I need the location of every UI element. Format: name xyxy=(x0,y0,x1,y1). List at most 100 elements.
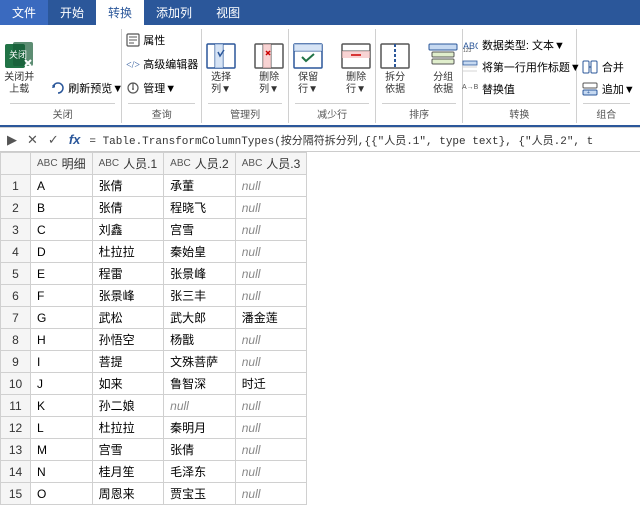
btn-datatype[interactable]: ABC 123 数据类型: 文本▼ xyxy=(461,35,582,55)
cell-9-3: null xyxy=(235,351,307,373)
group-manage-cols-content: 选择列▼ 删除列▼ xyxy=(199,29,291,101)
cell-8-1: 孙悟空 xyxy=(92,329,164,351)
datatype-icon: ABC 123 xyxy=(462,37,478,53)
properties-icon xyxy=(125,32,141,48)
row-number: 6 xyxy=(1,285,31,307)
row-number: 5 xyxy=(1,263,31,285)
group-manage-cols: 选择列▼ 删除列▼ 管理 xyxy=(202,29,289,123)
col-type-0: ABC xyxy=(37,158,58,169)
data-table: ABC 明细 ABC 人员.1 ABC 人员.2 xyxy=(0,152,307,505)
btn-replace-value[interactable]: A→B 替换值 xyxy=(461,79,582,99)
cell-13-2: 张倩 xyxy=(164,439,236,461)
formula-bar-icons: ▶ ✕ ✓ fx xyxy=(4,131,83,149)
btn-merge[interactable]: 合并 xyxy=(581,57,636,77)
cell-2-1: 张倩 xyxy=(92,197,164,219)
btn-select-cols-label: 选择列▼ xyxy=(211,72,231,96)
cell-3-0: C xyxy=(31,219,93,241)
btn-properties[interactable]: 属性 xyxy=(120,29,203,51)
cell-14-3: null xyxy=(235,461,307,483)
cell-13-0: M xyxy=(31,439,93,461)
cell-10-0: J xyxy=(31,373,93,395)
cell-6-3: null xyxy=(235,285,307,307)
group-combine-content: 合并 + 追加▼ xyxy=(577,29,636,101)
col-name-0: 明细 xyxy=(62,155,86,172)
col-name-1: 人员.1 xyxy=(123,155,157,172)
combine-side-panel: 合并 + 追加▼ xyxy=(577,57,636,99)
btn-close-upload-label: 关闭并上载 xyxy=(4,72,34,96)
col-header-3[interactable]: ABC 人员.3 xyxy=(235,153,307,175)
cell-2-2: 程晓飞 xyxy=(164,197,236,219)
col-header-1[interactable]: ABC 人员.1 xyxy=(92,153,164,175)
btn-replace-label: 替换值 xyxy=(482,81,515,97)
group-transform: ABC 123 数据类型: 文本▼ xyxy=(463,29,576,123)
cell-7-3: 潘金莲 xyxy=(235,307,307,329)
btn-split-label: 拆分依据 xyxy=(385,72,405,96)
cell-6-0: F xyxy=(31,285,93,307)
btn-manage[interactable]: 管理▼ xyxy=(120,77,203,99)
group-close-label: 关闭 xyxy=(10,103,115,123)
btn-keep-rows[interactable]: 保留行▼ xyxy=(286,37,330,99)
tab-transform[interactable]: 转换 xyxy=(96,0,144,25)
table-row: 13M宫雪张倩null xyxy=(1,439,307,461)
group-reduce-rows-content: 保留行▼ 删除行▼ xyxy=(286,29,378,101)
tab-home[interactable]: 开始 xyxy=(48,0,96,25)
cell-8-0: H xyxy=(31,329,93,351)
btn-delete-cols-label: 删除列▼ xyxy=(259,72,279,96)
group-manage-cols-label: 管理列 xyxy=(208,103,282,123)
cell-9-0: I xyxy=(31,351,93,373)
svg-text:A→B: A→B xyxy=(462,84,478,91)
row-number: 8 xyxy=(1,329,31,351)
cell-9-1: 菩提 xyxy=(92,351,164,373)
group-close: 关闭 关闭并上载 刷新预览▼ xyxy=(4,29,122,123)
group-sort-content: 拆分依据 分组依据 xyxy=(373,29,465,101)
group-transform-label: 转换 xyxy=(469,103,569,123)
btn-close-upload[interactable]: 关闭 关闭并上载 xyxy=(0,37,41,99)
ribbon-body: 关闭 关闭并上载 刷新预览▼ xyxy=(0,25,640,127)
btn-merge-label: 合并 xyxy=(602,59,624,75)
col-type-3: ABC xyxy=(242,158,263,169)
table-row: 14N桂月笙毛泽东null xyxy=(1,461,307,483)
btn-append[interactable]: + 追加▼ xyxy=(581,79,636,99)
col-type-1: ABC xyxy=(99,158,120,169)
tab-file[interactable]: 文件 xyxy=(0,0,48,25)
tab-addcol[interactable]: 添加列 xyxy=(144,0,204,25)
btn-first-row-header[interactable]: 将第一行用作标题▼ xyxy=(461,57,582,77)
cell-4-3: null xyxy=(235,241,307,263)
btn-advanced-editor[interactable]: </> 高级编辑器 xyxy=(120,53,203,75)
cell-15-2: 贾宝玉 xyxy=(164,483,236,505)
col-header-2[interactable]: ABC 人员.2 xyxy=(164,153,236,175)
table-container[interactable]: ABC 明细 ABC 人员.1 ABC 人员.2 xyxy=(0,152,640,532)
cell-3-3: null xyxy=(235,219,307,241)
ribbon: 文件 开始 转换 添加列 视图 关闭 关闭并上载 xyxy=(0,0,640,128)
group-reduce-rows-label: 减少行 xyxy=(295,103,369,123)
cell-4-1: 杜拉拉 xyxy=(92,241,164,263)
tab-view[interactable]: 视图 xyxy=(204,0,252,25)
formula-accept-icon[interactable]: ✓ xyxy=(45,131,62,149)
cell-2-0: B xyxy=(31,197,93,219)
btn-delete-rows[interactable]: 删除行▼ xyxy=(334,37,378,99)
delete-rows-icon xyxy=(340,40,372,72)
btn-select-cols[interactable]: 选择列▼ xyxy=(199,37,243,99)
row-number: 2 xyxy=(1,197,31,219)
nav-back-icon[interactable]: ▶ xyxy=(4,131,20,149)
row-number: 12 xyxy=(1,417,31,439)
formula-fx-icon[interactable]: fx xyxy=(66,131,84,148)
group-sort: 拆分依据 分组依据 排序 xyxy=(376,29,463,123)
table-body: 1A张倩承董null2B张倩程晓飞null3C刘鑫宫雪null4D杜拉拉秦始皇n… xyxy=(1,175,307,505)
cell-6-1: 张景峰 xyxy=(92,285,164,307)
btn-split[interactable]: 拆分依据 xyxy=(373,37,417,99)
btn-properties-label: 属性 xyxy=(143,32,165,48)
btn-refresh[interactable]: 刷新预览▼ xyxy=(45,77,128,99)
btn-delete-cols[interactable]: 删除列▼ xyxy=(247,37,291,99)
formula-bar: ▶ ✕ ✓ fx = Table.TransformColumnTypes(按分… xyxy=(0,128,640,152)
cell-2-3: null xyxy=(235,197,307,219)
row-number: 10 xyxy=(1,373,31,395)
btn-keep-rows-label: 保留行▼ xyxy=(298,72,318,96)
transform-side-panel: ABC 123 数据类型: 文本▼ xyxy=(457,35,582,99)
split-icon xyxy=(379,40,411,72)
group-query-content: 属性 </> 高级编辑器 xyxy=(120,29,203,101)
formula-cancel-icon[interactable]: ✕ xyxy=(24,131,41,149)
col-header-0[interactable]: ABC 明细 xyxy=(31,153,93,175)
table-row: 15O周恩来贾宝玉null xyxy=(1,483,307,505)
table-row: 2B张倩程晓飞null xyxy=(1,197,307,219)
